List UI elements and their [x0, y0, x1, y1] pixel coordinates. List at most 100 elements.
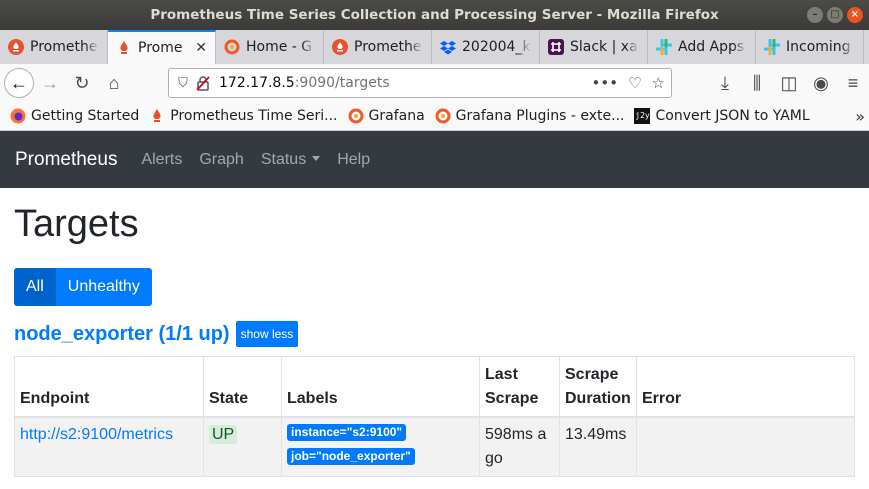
- tab-label: Slack | xa: [570, 39, 638, 55]
- url-host: 172.17.8.5: [219, 75, 295, 91]
- bookmarks-overflow-icon[interactable]: »: [855, 107, 865, 126]
- firefox-icon: [10, 108, 26, 124]
- bookmark-item[interactable]: Getting Started: [10, 108, 139, 124]
- filter-all-button[interactable]: All: [14, 268, 56, 306]
- header-labels: Labels: [281, 356, 480, 418]
- bookmark-label: Grafana Plugins - exte...: [455, 108, 625, 124]
- bookmark-label: Convert JSON to YAML: [655, 108, 810, 124]
- brand-link[interactable]: Prometheus: [15, 149, 117, 171]
- browser-tab[interactable]: Promethe: [0, 30, 108, 64]
- window-title: Prometheus Time Series Collection and Pr…: [150, 7, 719, 23]
- browser-tab[interactable]: Home - G: [216, 30, 324, 64]
- browser-tab[interactable]: 202004_k: [432, 30, 540, 64]
- prometheus-navbar: Prometheus Alerts Graph Status Help: [0, 131, 869, 188]
- filter-unhealthy-button[interactable]: Unhealthy: [55, 268, 152, 306]
- bookmark-star-icon[interactable]: ☆: [652, 74, 665, 92]
- filter-button-group: All Unhealthy: [14, 268, 152, 306]
- nav-graph[interactable]: Graph: [199, 151, 243, 169]
- tab-label: Incoming: [786, 39, 851, 55]
- tab-label: 202004_k: [462, 39, 531, 55]
- tab-close-icon[interactable]: ✕: [195, 40, 207, 56]
- job-title-link[interactable]: node_exporter (1/1 up): [14, 323, 230, 346]
- cell-last-scrape: 598ms a go: [479, 416, 560, 477]
- chevron-down-icon: [312, 155, 321, 161]
- tab-label: Home - G: [246, 39, 313, 55]
- targets-table: Endpoint State Labels Last Scrape Scrape D…: [14, 356, 855, 477]
- nav-status-label: Status: [260, 150, 307, 168]
- nav-status[interactable]: Status: [260, 150, 321, 169]
- tab-label: Prome: [138, 40, 183, 56]
- bookmark-label: Getting Started: [31, 108, 140, 124]
- cell-state: UP: [203, 416, 282, 477]
- bookmark-label: Grafana: [368, 108, 425, 124]
- page-actions-icon[interactable]: •••: [592, 74, 619, 92]
- label-badge-instance: instance="s2:9100": [287, 423, 407, 441]
- prometheus-icon: [8, 39, 24, 55]
- cell-error: [636, 416, 855, 477]
- bookmark-item[interactable]: Grafana Plugins - exte...: [435, 108, 625, 124]
- nav-toolbar: ← → ↻ ⌂ ⛉ 172.17.8.5:9090/targets ••• ♡ …: [0, 64, 869, 102]
- nav-alerts[interactable]: Alerts: [141, 151, 182, 169]
- grafana-icon: [348, 108, 364, 124]
- job-header: node_exporter (1/1 up) show less: [14, 321, 299, 347]
- reload-icon[interactable]: ↻: [66, 68, 98, 98]
- url-path: :9090/targets: [294, 75, 390, 91]
- table-header-row: Endpoint State Labels Last Scrape Scrape D…: [14, 356, 855, 418]
- bookmark-label: Prometheus Time Seri...: [170, 108, 338, 124]
- download-icon[interactable]: ⤓: [709, 68, 741, 98]
- show-less-button[interactable]: show less: [235, 321, 299, 347]
- browser-tab[interactable]: Add Apps: [648, 30, 756, 64]
- grafana-icon: [435, 108, 451, 124]
- j2y-icon: j2y: [634, 108, 651, 124]
- status-badge: UP: [209, 424, 238, 444]
- window-titlebar: Prometheus Time Series Collection and Pr…: [0, 0, 869, 30]
- cell-endpoint: http://s2:9100/metrics: [14, 416, 204, 477]
- tab-strip: Promethe Prome ✕ Home - G Promethe 20200…: [0, 30, 869, 64]
- account-icon[interactable]: ◉: [805, 68, 837, 98]
- prometheus-icon: [120, 41, 128, 54]
- close-window-icon[interactable]: ×: [847, 7, 863, 23]
- pocket-icon[interactable]: ♡: [628, 74, 641, 92]
- cell-scrape-duration: 13.49ms: [559, 416, 637, 477]
- header-scrape-duration: Scrape Duration: [559, 356, 637, 418]
- minimize-icon[interactable]: –: [807, 7, 823, 23]
- bookmarks-bar: Getting Started Prometheus Time Seri... …: [0, 102, 869, 131]
- tab-label: Promethe: [354, 39, 422, 55]
- nav-help[interactable]: Help: [337, 151, 370, 169]
- slack-icon: [548, 39, 564, 55]
- home-icon[interactable]: ⌂: [98, 68, 130, 98]
- prometheus-icon: [332, 39, 348, 55]
- dropbox-icon: [440, 41, 456, 55]
- insecure-lock-icon[interactable]: [195, 75, 211, 91]
- forward-icon[interactable]: →: [34, 68, 66, 98]
- url-bar[interactable]: ⛉ 172.17.8.5:9090/targets ••• ♡ ☆: [168, 68, 672, 98]
- back-icon[interactable]: ←: [4, 68, 34, 98]
- table-row: http://s2:9100/metrics UP instance="s2:9…: [14, 416, 855, 477]
- browser-tab[interactable]: Slack | xa: [540, 30, 648, 64]
- label-badge-job: job="node_exporter": [287, 447, 415, 465]
- header-state: State: [203, 356, 282, 418]
- sidebar-icon[interactable]: ◫: [773, 68, 805, 98]
- slack-icon: [656, 39, 672, 55]
- bookmark-item[interactable]: Prometheus Time Seri...: [149, 108, 338, 124]
- library-icon[interactable]: ⫼: [741, 68, 773, 98]
- header-error: Error: [636, 356, 855, 418]
- menu-icon[interactable]: ≡: [837, 68, 869, 98]
- browser-tab[interactable]: Promethe: [324, 30, 432, 64]
- cell-labels: instance="s2:9100" job="node_exporter": [281, 416, 480, 477]
- maximize-icon[interactable]: □: [827, 7, 843, 23]
- new-tab-icon[interactable]: +: [864, 30, 869, 64]
- bookmark-item[interactable]: j2y Convert JSON to YAML: [634, 108, 810, 124]
- prometheus-icon: [153, 109, 161, 122]
- browser-tab[interactable]: Incoming: [756, 30, 864, 64]
- browser-tab-active[interactable]: Prome ✕: [108, 30, 216, 64]
- page-title: Targets: [14, 203, 139, 245]
- header-last-scrape: Last Scrape: [479, 356, 560, 418]
- tab-label: Add Apps: [678, 39, 745, 55]
- grafana-icon: [224, 39, 240, 55]
- info-shield-icon[interactable]: ⛉: [173, 76, 193, 91]
- slack-icon: [764, 39, 780, 55]
- bookmark-item[interactable]: Grafana: [348, 108, 425, 124]
- endpoint-link[interactable]: http://s2:9100/metrics: [20, 426, 173, 443]
- tab-label: Promethe: [30, 39, 98, 55]
